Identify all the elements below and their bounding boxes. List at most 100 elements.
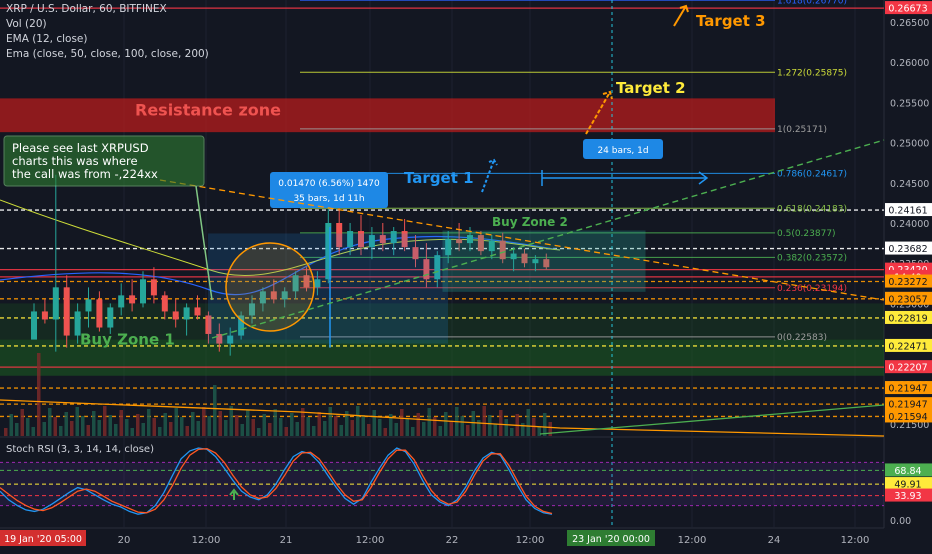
ema12-legend: EMA (12, close) (6, 33, 88, 45)
y-tick-label: 0.24500 (890, 179, 929, 190)
volume-bar (427, 408, 431, 436)
volume-bar (26, 418, 30, 436)
vol-legend: Vol (20) (6, 18, 47, 30)
volume-bar (207, 416, 211, 436)
target-1-label: Target 1 (404, 169, 474, 187)
volume-bar (378, 419, 382, 436)
volume-bar (136, 414, 140, 436)
volume-bar (449, 421, 453, 436)
volume-bar (422, 422, 426, 436)
volume-bar (81, 416, 85, 436)
volume-bar (339, 425, 343, 436)
volume-bar (4, 428, 8, 436)
x-tick-label: 12:00 (678, 535, 707, 546)
volume-bar (543, 413, 547, 436)
volume-bar (438, 426, 442, 436)
volume-bar (295, 422, 299, 436)
price-badge-label: 0.21947 (888, 384, 927, 395)
candle-body (31, 311, 37, 340)
volume-bar (279, 418, 283, 436)
volume-bar (394, 423, 398, 436)
price-badge-label: 0.23272 (888, 277, 927, 288)
y-tick-label: 0.26500 (890, 18, 929, 29)
x-tick-label: 24 (768, 535, 781, 546)
x-tick-label: 22 (446, 535, 459, 546)
volume-bar (103, 406, 107, 436)
fib-label: 0.618(0.24183) (777, 204, 847, 214)
candle-body (161, 295, 168, 312)
fib-label: 0.786(0.24617) (777, 169, 847, 179)
volume-bar (416, 413, 420, 436)
highlight-circle (225, 242, 315, 332)
rsi-badge-label: 68.84 (894, 466, 921, 477)
volume-bar (97, 420, 101, 436)
volume-bar (218, 411, 222, 436)
volume-bar (482, 406, 486, 436)
volume-bar (169, 422, 173, 436)
target-3-label: Target 3 (696, 12, 766, 30)
candle-body (107, 307, 114, 328)
x-tick-label: 12:00 (192, 535, 221, 546)
volume-bar (328, 407, 332, 436)
rsi-axis-label: 0.00 (890, 516, 911, 527)
price-chart[interactable]: 20 12:00 21 12:00 22 12:00 12:00 24 12:00 Resista… (0, 0, 932, 550)
volume-bar (119, 410, 123, 436)
candle-body (194, 307, 201, 316)
candle-body (118, 295, 125, 308)
volume-bar (229, 406, 233, 436)
y-tick-label: 0.24000 (890, 219, 929, 230)
volume-bar (493, 424, 497, 436)
volume-bar (499, 410, 503, 436)
volume-bar (290, 413, 294, 436)
volume-bar (350, 420, 354, 436)
volume-bar (361, 415, 365, 436)
volume-bar (246, 410, 250, 436)
volume-bar (334, 416, 338, 436)
volume-bar (114, 424, 118, 436)
volume-bar (383, 428, 387, 436)
volume-bar (411, 427, 415, 436)
volume-bar (240, 424, 244, 436)
volume-bar (20, 409, 24, 436)
volume-bar (471, 411, 475, 436)
volume-bar (367, 424, 371, 436)
candle-body (52, 287, 59, 320)
volume-bar (180, 417, 184, 436)
price-badge-label: 0.26673 (888, 4, 927, 15)
volume-bar (444, 412, 448, 436)
volume-bar (75, 407, 79, 436)
measure-label-line2: 35 bars, 1d 11h (293, 194, 364, 204)
x-tick-label: 21 (280, 535, 293, 546)
volume-bar (202, 407, 206, 436)
volume-bar (86, 425, 90, 436)
candle-body (129, 295, 136, 304)
volume-bar (158, 427, 162, 436)
price-badge-label: 0.22471 (888, 341, 927, 352)
volume-bar (504, 419, 508, 436)
candle-body (96, 299, 103, 328)
x-tick-label: 20 (118, 535, 131, 546)
volume-bar (141, 423, 145, 436)
volume-bar (372, 410, 376, 436)
x-tick-label: 12:00 (841, 535, 870, 546)
volume-bar (70, 421, 74, 436)
volume-bar (548, 422, 552, 436)
volume-bar (125, 419, 129, 436)
price-badge-label: 0.22819 (888, 313, 927, 324)
volume-bar (400, 409, 404, 436)
price-badge-label: 0.23057 (888, 294, 927, 305)
volume-bar (312, 426, 316, 436)
volume-bar (251, 419, 255, 436)
volume-bar (108, 415, 112, 436)
symbol-title: XRP / U.S. Dollar, 60, BITFINEX (6, 3, 167, 15)
fib-label: 0.382(0.23572) (777, 253, 847, 263)
measure-label-line1: 0.01470 (6.56%) 1470 (278, 179, 380, 189)
price-badge-label: 0.24161 (888, 206, 927, 217)
resistance-zone-label: Resistance zone (135, 100, 281, 119)
candle-body (41, 311, 48, 320)
x-tick-label: 12:00 (356, 535, 385, 546)
y-tick-label: 0.26000 (890, 58, 929, 69)
candle-body (140, 279, 146, 304)
price-badge-label: 0.21947 (888, 400, 927, 411)
chart-root[interactable]: 20 12:00 21 12:00 22 12:00 12:00 24 12:00 Resista… (0, 0, 932, 550)
